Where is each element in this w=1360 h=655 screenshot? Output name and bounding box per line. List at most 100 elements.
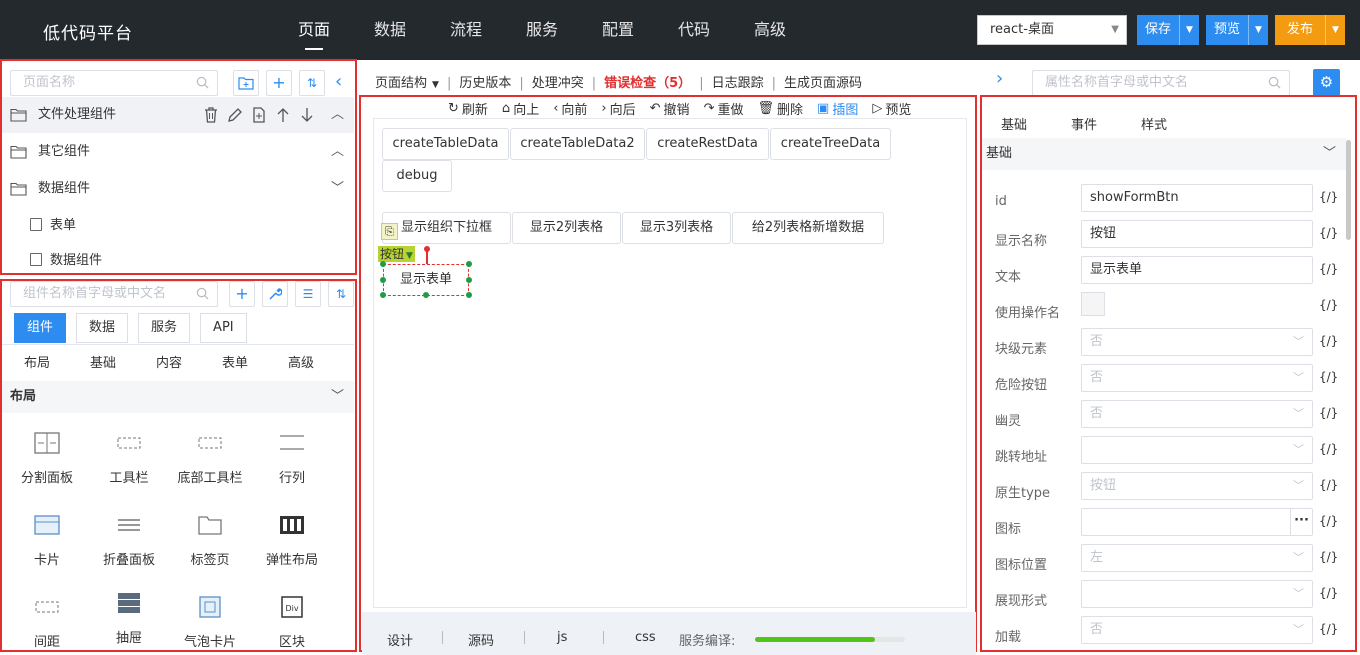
save-button[interactable]: 保存 ▼: [1137, 15, 1200, 45]
component-footer-toolbar[interactable]: 底部工具栏: [168, 432, 252, 486]
selected-component-tag[interactable]: 按钮 ▼: [378, 246, 415, 262]
resize-handle[interactable]: [466, 261, 472, 267]
prop-select[interactable]: 否 ﹀: [1081, 616, 1313, 644]
tab-style[interactable]: 样式: [1141, 114, 1211, 133]
component-split-panel[interactable]: 分割面板: [5, 432, 89, 486]
prop-select[interactable]: 否 ﹀: [1081, 328, 1313, 356]
component-card[interactable]: 卡片: [5, 514, 89, 568]
add-component-button[interactable]: +: [229, 281, 255, 307]
tools-button[interactable]: [262, 281, 288, 307]
publish-button[interactable]: 发布 ▼: [1275, 15, 1346, 45]
edit-icon[interactable]: [226, 106, 244, 124]
component-drawer[interactable]: 抽屉: [87, 592, 171, 646]
code-toggle-icon[interactable]: {/}: [1319, 334, 1338, 348]
resize-handle[interactable]: [380, 277, 386, 283]
nav-item-page[interactable]: 页面: [276, 0, 352, 60]
insert-image-button[interactable]: ▣ 插图: [817, 99, 858, 118]
tab-page-structure[interactable]: 页面结构 ▼ |: [375, 72, 451, 91]
resize-handle[interactable]: [380, 292, 386, 298]
tree-node-file-components[interactable]: 文件处理组件 ︿: [2, 97, 354, 133]
component-popover-card[interactable]: 气泡卡片: [168, 596, 252, 650]
code-toggle-icon[interactable]: {/}: [1319, 406, 1338, 420]
tab-events[interactable]: 事件: [1071, 114, 1141, 133]
code-toggle-icon[interactable]: {/}: [1319, 514, 1338, 528]
new-file-icon[interactable]: [250, 106, 268, 124]
code-toggle-icon[interactable]: {/}: [1319, 442, 1338, 456]
tree-node-data-components[interactable]: 数据组件 ﹀: [2, 171, 354, 207]
move-forward-button[interactable]: ‹ 向前: [553, 99, 587, 118]
component-toolbar[interactable]: 工具栏: [87, 432, 171, 486]
resize-handle[interactable]: [466, 277, 472, 283]
tab-design[interactable]: 设计: [387, 630, 413, 649]
move-up-button[interactable]: ⌂ 向上: [502, 99, 539, 118]
arrow-down-icon[interactable]: [298, 106, 316, 124]
canvas-button-show-org-dropdown[interactable]: 显示组织下拉框: [382, 212, 511, 244]
canvas-button-show-3col-table[interactable]: 显示3列表格: [622, 212, 731, 244]
tab-source[interactable]: 源码: [468, 630, 494, 649]
code-toggle-icon[interactable]: {/}: [1319, 622, 1338, 636]
code-toggle-icon[interactable]: {/}: [1319, 370, 1338, 384]
resize-handle[interactable]: [466, 292, 472, 298]
property-scrollbar[interactable]: [1346, 140, 1351, 240]
tree-leaf-form[interactable]: 表单: [30, 211, 76, 241]
code-toggle-icon[interactable]: {/}: [1319, 478, 1338, 492]
collapse-right-icon[interactable]: ›: [996, 68, 1003, 89]
prop-select[interactable]: 否 ﹀: [1081, 400, 1313, 428]
code-toggle-icon[interactable]: {/}: [1319, 298, 1338, 312]
tree-leaf-data-component[interactable]: 数据组件: [30, 246, 102, 276]
new-folder-button[interactable]: [233, 70, 259, 96]
tab-conflict[interactable]: 处理冲突 |: [532, 72, 596, 91]
tab-api[interactable]: API: [200, 313, 247, 343]
property-search-input[interactable]: 属性名称首字母或中文名: [1032, 70, 1290, 96]
chevron-up-icon[interactable]: ︿: [331, 97, 344, 133]
canvas-button-show-2col-table[interactable]: 显示2列表格: [512, 212, 621, 244]
category-content[interactable]: 内容: [156, 352, 222, 371]
nav-item-service[interactable]: 服务: [504, 0, 580, 60]
code-toggle-icon[interactable]: {/}: [1319, 262, 1338, 276]
chevron-down-icon[interactable]: ﹀: [331, 171, 344, 207]
settings-gear-button[interactable]: ⚙: [1313, 69, 1340, 96]
preview-canvas-button[interactable]: ▷ 预览: [872, 99, 911, 118]
move-back-button[interactable]: › 向后: [601, 99, 635, 118]
page-search-input[interactable]: 页面名称: [10, 70, 218, 96]
prop-checkbox[interactable]: [1081, 292, 1105, 316]
nav-item-advanced[interactable]: 高级: [732, 0, 808, 60]
delete-button[interactable]: 🗑 删除: [757, 99, 803, 118]
tab-components[interactable]: 组件: [14, 313, 67, 343]
component-flex-layout[interactable]: 弹性布局: [250, 514, 334, 568]
tab-data[interactable]: 数据: [76, 313, 129, 343]
category-layout[interactable]: 布局: [24, 352, 90, 371]
publish-dropdown-icon[interactable]: ▼: [1325, 15, 1345, 45]
nav-item-code[interactable]: 代码: [656, 0, 732, 60]
canvas-button-debug[interactable]: debug: [382, 160, 452, 192]
refresh-button[interactable]: ↻ 刷新: [448, 99, 488, 118]
category-basic[interactable]: 基础: [90, 352, 156, 371]
category-form[interactable]: 表单: [222, 352, 288, 371]
tree-node-other-components[interactable]: 其它组件 ︿: [2, 134, 354, 170]
resize-handle[interactable]: [423, 292, 429, 298]
save-dropdown-icon[interactable]: ▼: [1179, 15, 1199, 45]
prop-select[interactable]: ﹀: [1081, 580, 1313, 608]
basic-section-header[interactable]: 基础 ﹀: [982, 138, 1346, 170]
component-search-input[interactable]: 组件名称首字母或中文名: [10, 281, 218, 307]
prop-text-input[interactable]: 显示表单: [1081, 256, 1313, 284]
code-toggle-icon[interactable]: {/}: [1319, 226, 1338, 240]
add-page-button[interactable]: +: [266, 70, 292, 96]
redo-button[interactable]: ↷ 重做: [704, 99, 744, 118]
env-select[interactable]: react-桌面 ▼: [977, 15, 1127, 45]
arrow-up-icon[interactable]: [274, 106, 292, 124]
collapse-left-icon[interactable]: ‹: [335, 71, 342, 92]
tab-js[interactable]: js: [557, 630, 567, 645]
prop-select[interactable]: 左 ﹀: [1081, 544, 1313, 572]
nav-item-config[interactable]: 配置: [580, 0, 656, 60]
trash-icon[interactable]: [202, 106, 220, 124]
preview-dropdown-icon[interactable]: ▼: [1248, 15, 1268, 45]
component-tabs[interactable]: 标签页: [168, 514, 252, 568]
tab-css[interactable]: css: [635, 630, 656, 645]
resize-handle[interactable]: [380, 261, 386, 267]
sort-components-button[interactable]: ⇅: [328, 281, 354, 307]
prop-icon-picker[interactable]: ···: [1081, 508, 1313, 536]
code-toggle-icon[interactable]: {/}: [1319, 550, 1338, 564]
canvas-button-createRestData[interactable]: createRestData: [646, 128, 769, 160]
layout-section-header[interactable]: 布局 ﹀: [2, 381, 354, 413]
